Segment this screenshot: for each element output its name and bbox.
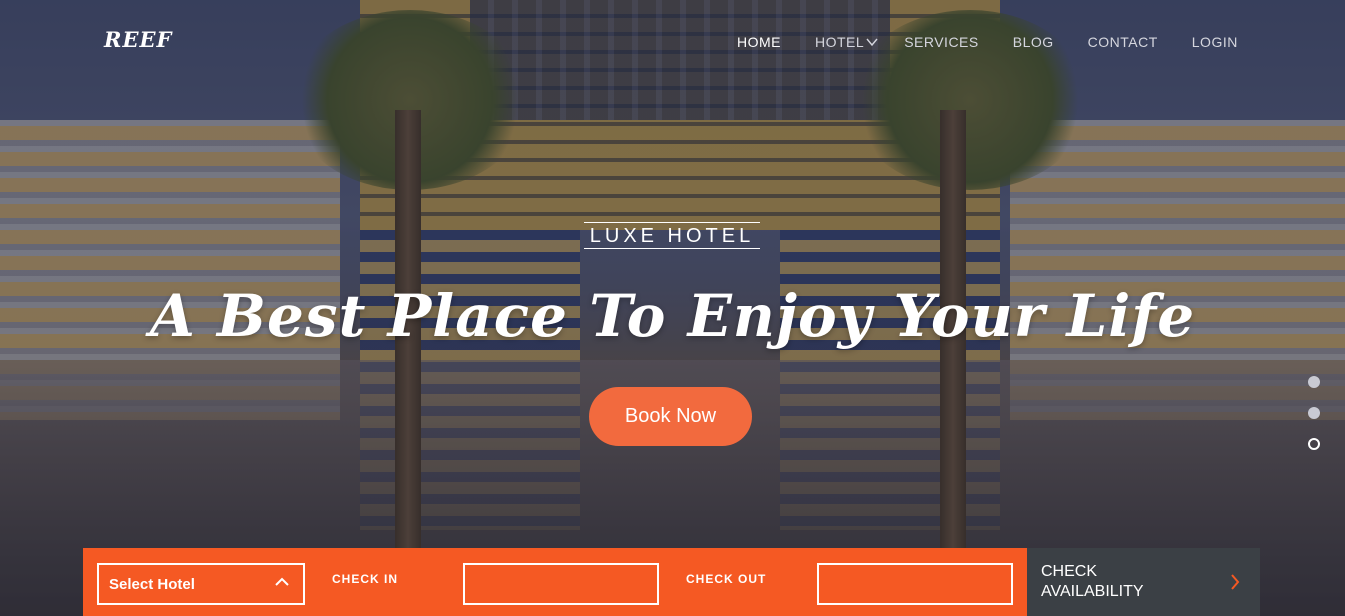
nav-login[interactable]: LOGIN bbox=[1192, 34, 1238, 50]
site-logo[interactable]: REEF bbox=[104, 27, 172, 52]
check-availability-line1: CHECK bbox=[1041, 563, 1098, 580]
nav-services[interactable]: SERVICES bbox=[904, 34, 979, 50]
slider-dots bbox=[1308, 376, 1320, 469]
chevron-down-icon bbox=[866, 38, 878, 47]
nav-hotel[interactable]: HOTEL bbox=[815, 34, 878, 50]
nav-blog[interactable]: BLOG bbox=[1013, 34, 1054, 50]
check-out-label: CHECK OUT bbox=[686, 572, 767, 586]
booking-bar: Select Hotel CHECK IN CHECK OUT bbox=[83, 548, 1027, 616]
nav-home[interactable]: HOME bbox=[737, 34, 781, 50]
check-availability-button[interactable]: CHECK AVAILABILITY bbox=[1027, 548, 1260, 616]
slider-dot-2[interactable] bbox=[1308, 407, 1320, 419]
hero-kicker: LUXE HOTEL bbox=[584, 222, 760, 249]
slider-dot-1[interactable] bbox=[1308, 376, 1320, 388]
hero-headline: A Best Place To Enjoy Your Life bbox=[149, 282, 1196, 350]
nav-contact[interactable]: CONTACT bbox=[1088, 34, 1158, 50]
slider-dot-3[interactable] bbox=[1308, 438, 1320, 450]
check-in-field[interactable] bbox=[463, 563, 659, 605]
main-nav: HOME HOTEL SERVICES BLOG CONTACT LOGIN bbox=[737, 34, 1238, 50]
chevron-up-icon bbox=[275, 577, 289, 586]
check-in-label: CHECK IN bbox=[332, 572, 399, 586]
chevron-right-icon bbox=[1231, 574, 1240, 590]
check-availability-label: CHECK AVAILABILITY bbox=[1041, 562, 1161, 602]
check-availability-line2: AVAILABILITY bbox=[1041, 583, 1144, 600]
check-out-field[interactable] bbox=[817, 563, 1013, 605]
select-hotel-dropdown[interactable]: Select Hotel bbox=[97, 563, 305, 605]
select-hotel-label: Select Hotel bbox=[109, 575, 195, 593]
nav-hotel-label: HOTEL bbox=[815, 34, 865, 50]
book-now-button[interactable]: Book Now bbox=[589, 387, 752, 446]
